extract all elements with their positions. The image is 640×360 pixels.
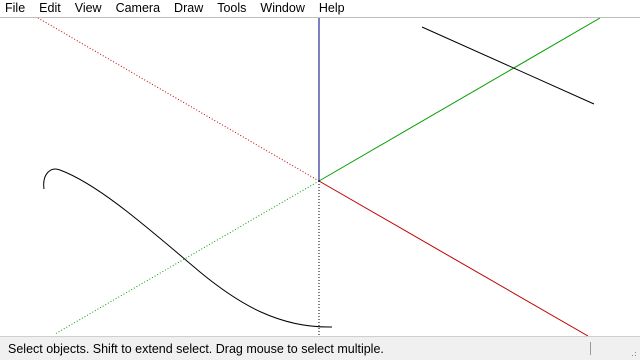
red-axis-positive <box>318 180 589 336</box>
menu-help[interactable]: Help <box>312 0 352 17</box>
green-axis-negative <box>54 180 320 335</box>
status-bar: Select objects. Shift to extend select. … <box>0 337 640 360</box>
status-text: Select objects. Shift to extend select. … <box>8 341 384 356</box>
modeling-viewport[interactable] <box>0 18 640 337</box>
menu-window[interactable]: Window <box>253 0 311 17</box>
menu-tools[interactable]: Tools <box>210 0 253 17</box>
viewport-canvas[interactable] <box>0 18 640 336</box>
menu-view[interactable]: View <box>68 0 109 17</box>
menu-draw[interactable]: Draw <box>167 0 210 17</box>
menu-camera[interactable]: Camera <box>109 0 167 17</box>
green-axis-positive <box>318 18 601 182</box>
status-separator <box>590 342 591 355</box>
menu-file[interactable]: File <box>0 0 32 17</box>
menu-bar: File Edit View Camera Draw Tools Window … <box>0 0 640 18</box>
drawn-freehand-curve[interactable] <box>43 168 333 328</box>
resize-grip-icon[interactable] <box>629 349 637 357</box>
red-axis-negative <box>37 18 320 182</box>
drawn-line-edge[interactable] <box>421 26 595 105</box>
menu-edit[interactable]: Edit <box>32 0 68 17</box>
